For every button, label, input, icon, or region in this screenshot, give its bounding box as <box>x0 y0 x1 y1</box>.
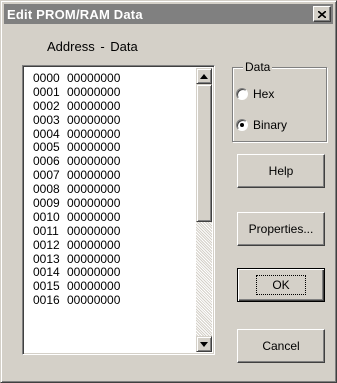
list-item[interactable]: 0010 00000000 <box>33 209 193 225</box>
ok-button-label: OK <box>256 275 306 295</box>
value-cell: 00000000 <box>67 237 121 252</box>
value-cell: 00000000 <box>67 293 121 308</box>
cancel-button[interactable]: Cancel <box>237 329 325 363</box>
data-format-group: Data Hex Binary <box>232 60 327 142</box>
binary-radio-button[interactable] <box>236 119 248 131</box>
list-item[interactable]: 0000 00000000 <box>33 71 193 86</box>
address-cell: 0009 <box>33 196 60 211</box>
value-cell: 00000000 <box>67 209 121 224</box>
data-rows: 0000 00000000 0001 00000000 0002 00000000 0… <box>33 71 193 308</box>
data-column-label: Data <box>110 39 138 54</box>
value-cell: 00000000 <box>67 251 121 266</box>
scroll-down-button[interactable] <box>196 336 212 352</box>
list-item[interactable]: 0014 00000000 <box>33 266 193 280</box>
list-item[interactable]: 0001 00000000 <box>33 84 193 100</box>
value-cell: 00000000 <box>67 112 121 127</box>
value-cell: 00000000 <box>67 140 121 155</box>
address-cell: 0016 <box>33 293 60 308</box>
column-header: Address - Data <box>47 39 138 54</box>
list-item[interactable]: 0007 00000000 <box>33 168 193 183</box>
list-item[interactable]: 0004 00000000 <box>33 126 193 142</box>
value-cell: 00000000 <box>67 84 121 99</box>
list-item[interactable]: 0006 00000000 <box>33 154 193 169</box>
address-cell: 0014 <box>33 265 60 280</box>
value-cell: 00000000 <box>67 154 121 169</box>
hex-radio-label: Hex <box>253 87 275 101</box>
binary-radio-label: Binary <box>253 118 288 132</box>
value-cell: 00000000 <box>67 98 121 113</box>
list-item[interactable]: 0013 00000000 <box>33 251 193 267</box>
value-cell: 00000000 <box>67 279 121 294</box>
address-column-label: Address <box>47 39 95 54</box>
close-button[interactable] <box>313 6 331 22</box>
arrow-up-icon <box>200 73 208 79</box>
list-item[interactable]: 0012 00000000 <box>33 237 193 253</box>
list-item[interactable]: 0008 00000000 <box>33 182 193 197</box>
vertical-scrollbar[interactable] <box>196 68 212 352</box>
window-title: Edit PROM/RAM Data <box>7 6 143 22</box>
value-cell: 00000000 <box>67 182 121 197</box>
list-item[interactable]: 0003 00000000 <box>33 112 193 128</box>
address-cell: 0007 <box>33 168 60 183</box>
title-bar[interactable]: Edit PROM/RAM Data <box>4 4 333 24</box>
help-button[interactable]: Help <box>237 154 325 188</box>
value-cell: 00000000 <box>67 196 121 211</box>
list-item[interactable]: 0009 00000000 <box>33 196 193 211</box>
column-separator: - <box>100 39 105 54</box>
address-cell: 0011 <box>33 223 59 238</box>
address-cell: 0004 <box>33 126 60 141</box>
list-item[interactable]: 0016 00000000 <box>33 293 193 308</box>
address-cell: 0006 <box>33 154 60 169</box>
scroll-up-button[interactable] <box>196 68 212 84</box>
address-cell: 0005 <box>33 140 60 155</box>
address-cell: 0015 <box>33 279 60 294</box>
close-icon <box>318 10 326 18</box>
scroll-thumb[interactable] <box>196 84 212 222</box>
value-cell: 00000000 <box>67 223 121 238</box>
address-cell: 0000 <box>33 71 60 85</box>
group-label: Data <box>243 60 273 74</box>
value-cell: 00000000 <box>67 126 121 141</box>
data-listbox[interactable]: 0000 00000000 0001 00000000 0002 00000000 0… <box>22 65 215 355</box>
address-cell: 0002 <box>33 98 60 113</box>
arrow-down-icon <box>200 341 208 347</box>
properties-button[interactable]: Properties... <box>237 212 325 246</box>
ok-button[interactable]: OK <box>237 268 325 302</box>
value-cell: 00000000 <box>67 71 121 85</box>
list-item[interactable]: 0005 00000000 <box>33 141 193 155</box>
hex-radio-button[interactable] <box>236 88 248 100</box>
hex-radio-option[interactable]: Hex <box>236 87 274 101</box>
value-cell: 00000000 <box>67 265 121 280</box>
dialog-window: Edit PROM/RAM Data Address - Data 0000 00… <box>0 0 337 383</box>
list-item[interactable]: 0015 00000000 <box>33 279 193 294</box>
address-cell: 0003 <box>33 112 60 127</box>
value-cell: 00000000 <box>67 168 121 183</box>
address-cell: 0010 <box>33 209 60 224</box>
address-cell: 0008 <box>33 182 60 197</box>
list-item[interactable]: 0002 00000000 <box>33 98 193 114</box>
list-item[interactable]: 0011 00000000 <box>33 223 193 239</box>
address-cell: 0012 <box>33 237 60 252</box>
address-cell: 0001 <box>33 84 60 99</box>
binary-radio-option[interactable]: Binary <box>236 118 287 132</box>
address-cell: 0013 <box>33 251 60 266</box>
